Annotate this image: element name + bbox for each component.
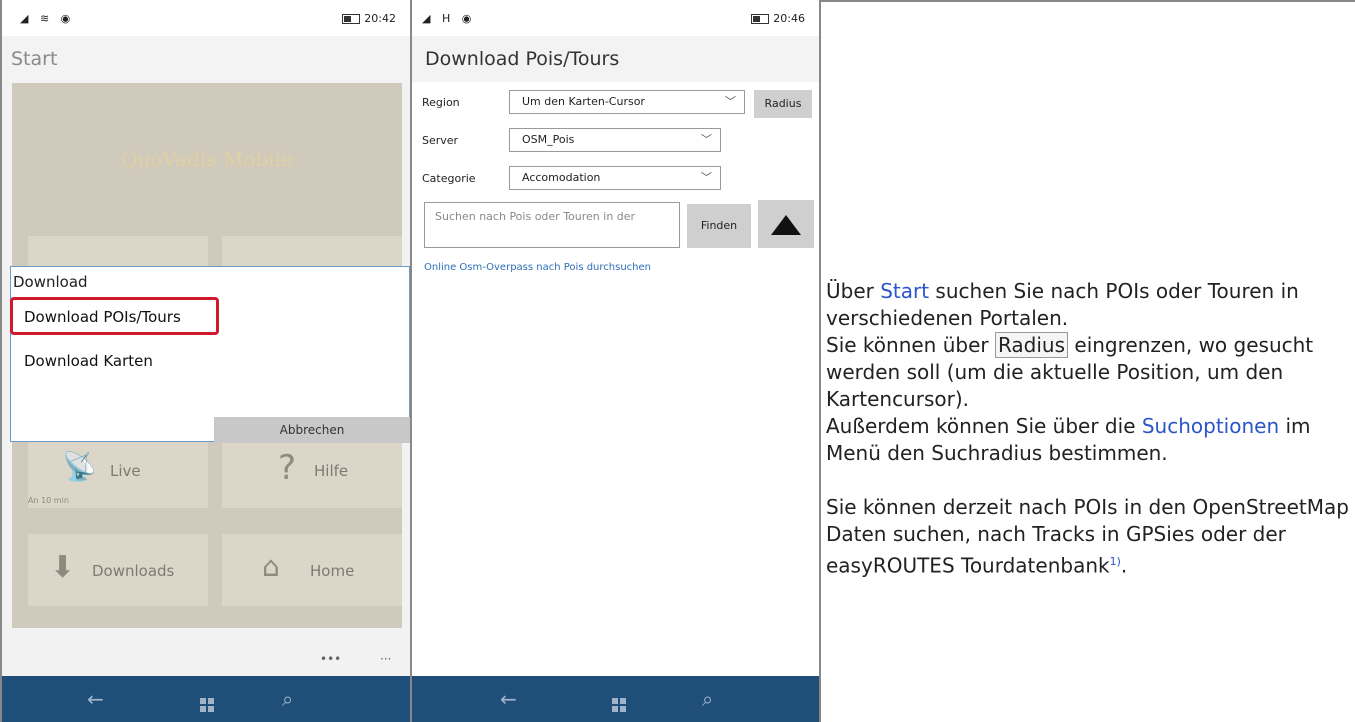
back-icon[interactable]: ← [500,687,517,711]
tile-downloads[interactable]: ⬇ Downloads [28,534,208,606]
category-value: Accomodation [522,171,601,184]
app-name: QuoVadis Mobile [121,147,293,171]
download-dialog: Download Download POIs/Tours Download Ka… [10,266,410,443]
chevron-down-icon: ﹀ [725,95,736,108]
tile-help[interactable]: ? Hilfe [222,436,402,508]
start-link[interactable]: Start [880,279,929,303]
search-icon[interactable]: ⌕ [702,687,713,711]
more-menu-button[interactable]: ··· [380,652,391,666]
paragraph-start: Über Start suchen Sie nach POIs oder Tou… [826,278,1355,467]
table-border-mid2 [819,0,821,722]
system-navbar: ← ⌕ [2,676,410,722]
battery-icon [342,14,361,24]
more-button[interactable]: ••• [320,652,341,666]
tile-downloads-label: Downloads [92,562,175,580]
text-span: . [1120,553,1128,578]
page-title: Start [2,36,410,82]
paragraph-sources: Sie können derzeit nach POIs in den Open… [826,494,1355,580]
chevron-down-icon: ﹀ [701,133,712,146]
description-text: Über Start suchen Sie nach POIs oder Tou… [826,278,1355,580]
signal-icon: ◢ H ◉ [422,12,476,25]
tile-live-label: Live [110,462,141,480]
server-label: Server [422,134,459,147]
system-navbar: ← ⌕ [412,676,819,722]
text-span: Sie können über [826,333,995,357]
tile-live-sub: An 10 min [28,496,69,505]
region-value: Um den Karten-Cursor [522,95,645,108]
status-time: 20:42 [342,12,396,25]
tile-home[interactable]: ⌂ Home [222,534,402,606]
tile-live[interactable]: 📡 Live An 10 min [28,436,208,508]
search-input[interactable]: Suchen nach Pois oder Touren in der [424,202,680,248]
status-bar: ◢ ≋ ◉ 20:42 [2,0,410,36]
footnote-link[interactable]: 1) [1110,555,1121,568]
osm-overpass-link[interactable]: Online Osm-Overpass nach Pois durchsuche… [424,262,651,273]
category-select[interactable]: Accomodation ﹀ [509,166,721,190]
phone-screenshot-download: ◢ H ◉ 20:46 Download Pois/Tours Region U… [412,0,819,722]
status-time: 20:46 [751,12,805,25]
clock: 20:46 [773,12,805,25]
collapse-button[interactable] [758,200,814,248]
text-span: Außerdem können Sie über die [826,414,1142,438]
chevron-down-icon: ﹀ [701,171,712,184]
triangle-up-icon [771,215,801,235]
tile-home-label: Home [310,562,355,580]
tile-help-label: Hilfe [314,462,349,480]
radius-button[interactable]: Radius [754,90,812,118]
region-label: Region [422,96,460,109]
signal-icon: ◢ ≋ ◉ [20,12,75,25]
find-button[interactable]: Finden [687,204,751,248]
red-highlight-frame [10,297,219,335]
server-value: OSM_Pois [522,133,575,146]
text-span: Über [826,279,881,303]
radius-keyword: Radius [994,332,1069,358]
download-maps-item[interactable]: Download Karten [24,352,153,370]
download-arrow-icon: ⬇ [50,550,76,585]
cancel-button[interactable]: Abbrechen [214,417,410,443]
server-select[interactable]: OSM_Pois ﹀ [509,128,721,152]
text-span: Sie können derzeit nach POIs in den Open… [826,495,1349,578]
suchoptionen-link[interactable]: Suchoptionen [1142,414,1279,438]
clock: 20:42 [364,12,396,25]
search-icon[interactable]: ⌕ [282,687,293,711]
battery-icon [751,14,770,24]
category-label: Categorie [422,172,476,185]
home-icon: ⌂ [262,550,280,583]
back-icon[interactable]: ← [87,687,104,711]
page-title: Download Pois/Tours [412,36,819,82]
region-select[interactable]: Um den Karten-Cursor ﹀ [509,90,745,114]
status-bar: ◢ H ◉ 20:46 [412,0,819,36]
question-icon: ? [278,448,297,488]
dialog-title: Download [13,273,88,291]
satellite-icon: 📡 [62,450,97,483]
